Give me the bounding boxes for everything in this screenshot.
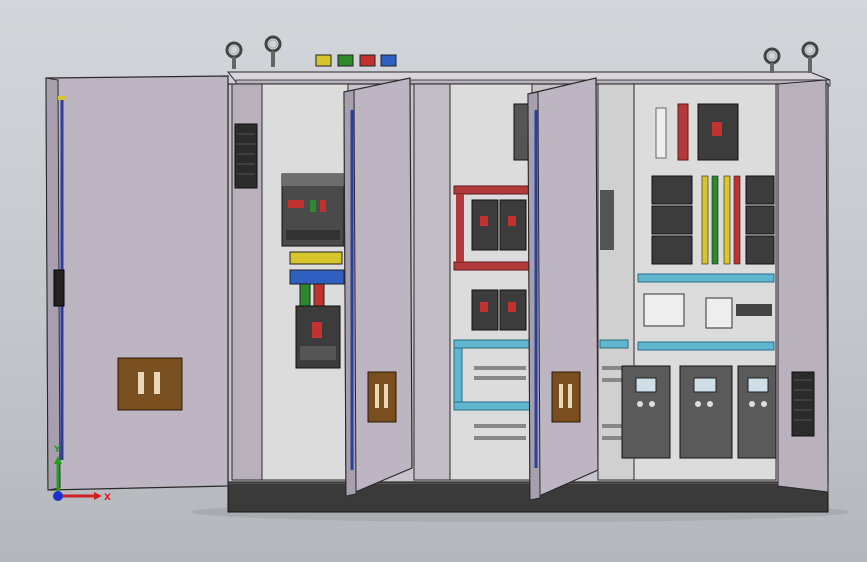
terminal-yellow [315,54,332,67]
lifting-eye-icon [763,47,781,73]
axis-x-label: X [104,493,111,503]
terminal-green [337,54,354,67]
vfd-drive [679,365,733,459]
lifting-eye-icon [225,41,243,69]
mccb-breaker [697,103,739,161]
door-lock-icon[interactable] [117,357,183,411]
middle-left-open-door[interactable] [343,77,413,497]
main-air-circuit-breaker [281,173,345,247]
lifting-eye-icon [264,35,282,67]
plinth [227,479,829,513]
terminal-red [359,54,376,67]
cad-viewport[interactable]: X Y [0,0,867,562]
terminal-blue [380,54,397,67]
electrical-cabinet-model: X Y [45,35,850,522]
section-2-interior [413,83,533,481]
door-lock-icon[interactable] [551,371,581,423]
door-handle [53,269,65,307]
lifting-eye-icon [801,41,819,73]
axis-y-label: Y [53,445,61,455]
vent-grille-icon [791,371,815,437]
vfd-drive [621,365,671,459]
door-lock-icon[interactable] [367,371,397,423]
middle-right-open-door[interactable] [527,77,599,501]
section-3-interior [597,83,777,481]
mccb-breaker [295,305,341,369]
left-open-door[interactable] [45,75,229,491]
top-terminal-blocks [315,54,397,67]
section-1-interior [231,83,349,481]
vfd-drive [737,365,777,459]
